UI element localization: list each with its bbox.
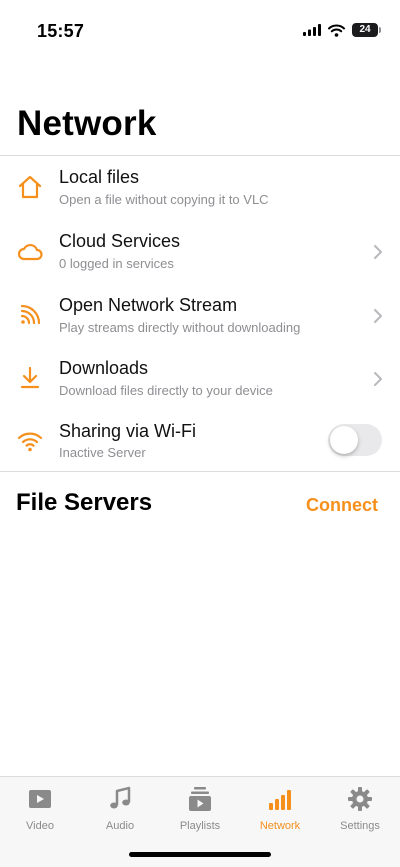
menu-item-subtitle: 0 logged in services: [59, 256, 174, 271]
file-servers-title: File Servers: [16, 489, 153, 516]
tab-network[interactable]: Network: [240, 785, 320, 832]
menu-item-title: Sharing via Wi-Fi: [59, 421, 197, 441]
menu-item-title: Open Network Stream: [59, 295, 238, 315]
tab-video[interactable]: Video: [0, 785, 80, 832]
menu-item-open-network-stream[interactable]: Open Network Stream Play streams directl…: [0, 285, 400, 347]
tab-label: Settings: [340, 820, 380, 832]
menu-item-title: Local files: [59, 167, 140, 187]
tab-audio[interactable]: Audio: [80, 785, 160, 832]
connect-button[interactable]: Connect: [306, 495, 378, 516]
house-icon: [18, 175, 42, 199]
chevron-right-icon: [374, 309, 382, 323]
menu-item-local-files[interactable]: Local files Open a file without copying …: [0, 157, 400, 219]
page-title: Network: [17, 104, 157, 143]
wifi-status-icon: [328, 24, 345, 37]
cloud-icon: [17, 243, 43, 261]
battery-icon: 24: [352, 23, 381, 37]
wifi-sharing-toggle[interactable]: [328, 424, 382, 456]
tab-label: Playlists: [179, 820, 221, 832]
chevron-right-icon: [374, 245, 382, 259]
tab-label: Network: [259, 820, 301, 832]
menu-item-subtitle: Play streams directly without downloadin…: [59, 320, 301, 335]
divider-bottom: [0, 471, 400, 472]
menu-item-title: Cloud Services: [59, 231, 181, 251]
tab-settings[interactable]: Settings: [320, 785, 400, 832]
music-note-icon: [110, 786, 131, 809]
status-bar: 15:57 24: [0, 0, 400, 60]
menu-item-sharing-via-wifi: Sharing via Wi-Fi Inactive Server: [0, 411, 400, 473]
wifi-icon: [17, 432, 43, 452]
menu-item-subtitle: Open a file without copying it to VLC: [59, 192, 269, 207]
rss-icon: [20, 304, 41, 325]
download-icon: [20, 366, 40, 389]
video-icon: [29, 790, 51, 808]
gear-icon: [348, 787, 372, 811]
menu-item-cloud-services[interactable]: Cloud Services 0 logged in services: [0, 221, 400, 283]
menu-item-downloads[interactable]: Downloads Download files directly to you…: [0, 348, 400, 410]
network-bars-icon: [269, 790, 291, 810]
playlist-icon: [189, 787, 211, 811]
cellular-signal-icon: [303, 24, 321, 36]
divider-top: [0, 155, 400, 156]
menu-item-subtitle: Inactive Server: [59, 445, 146, 460]
tab-playlists[interactable]: Playlists: [160, 785, 240, 832]
status-time: 15:57: [37, 21, 85, 41]
home-indicator[interactable]: [129, 852, 271, 857]
tab-label: Video: [26, 820, 54, 832]
tab-label: Audio: [105, 820, 135, 832]
chevron-right-icon: [374, 372, 382, 386]
toggle-knob: [330, 426, 358, 454]
menu-item-title: Downloads: [59, 358, 149, 378]
status-icons: 24: [303, 23, 381, 37]
menu-item-subtitle: Download files directly to your device: [59, 383, 273, 398]
